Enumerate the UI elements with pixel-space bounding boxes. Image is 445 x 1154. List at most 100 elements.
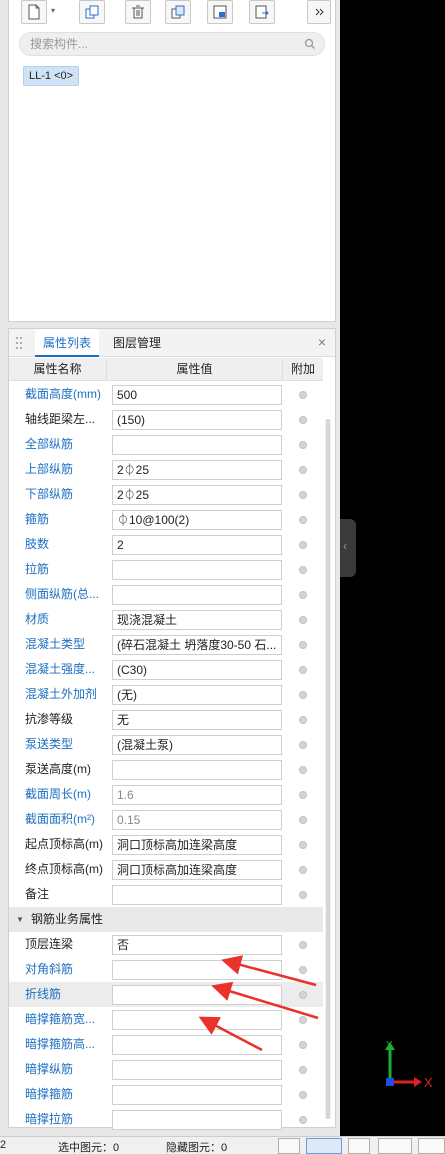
property-value-field[interactable]: 现浇混凝土 bbox=[112, 610, 282, 630]
new-dropdown-icon[interactable]: ▾ bbox=[51, 6, 61, 18]
property-value-field[interactable] bbox=[112, 560, 282, 580]
property-value-field[interactable] bbox=[112, 1010, 282, 1030]
line-mode-button[interactable] bbox=[378, 1138, 412, 1154]
property-value-field[interactable]: 2⏀25 bbox=[112, 460, 282, 480]
property-value-field[interactable] bbox=[112, 1035, 282, 1055]
attach-checkbox[interactable] bbox=[299, 616, 307, 624]
property-value-field[interactable]: (碎石混凝土 坍落度30-50 石... bbox=[112, 635, 282, 655]
attach-checkbox[interactable] bbox=[299, 741, 307, 749]
property-row[interactable]: 截面周长(m) 1.6 bbox=[9, 782, 323, 807]
property-row[interactable]: 下部纵筋 2⏀25 bbox=[9, 482, 323, 507]
attach-checkbox[interactable] bbox=[299, 1091, 307, 1099]
attach-checkbox[interactable] bbox=[299, 991, 307, 999]
search-input[interactable] bbox=[30, 36, 290, 52]
attach-checkbox[interactable] bbox=[299, 566, 307, 574]
attach-checkbox[interactable] bbox=[299, 1116, 307, 1124]
attach-checkbox[interactable] bbox=[299, 866, 307, 874]
property-row[interactable]: 泵送高度(m) bbox=[9, 757, 323, 782]
property-value-field[interactable]: (混凝土泵) bbox=[112, 735, 282, 755]
property-value-field[interactable]: 500 bbox=[112, 385, 282, 405]
property-value-field[interactable]: 2 bbox=[112, 535, 282, 555]
snap-button[interactable] bbox=[278, 1138, 300, 1154]
property-row[interactable]: 起点顶标高(m) 洞口顶标高加连梁高度 bbox=[9, 832, 323, 857]
property-value-field[interactable]: ⏀10@100(2) bbox=[112, 510, 282, 530]
property-row[interactable]: 截面面积(m²) 0.15 bbox=[9, 807, 323, 832]
property-row[interactable]: 暗撑箍筋高... bbox=[9, 1032, 323, 1057]
attach-checkbox[interactable] bbox=[299, 841, 307, 849]
more-icon[interactable] bbox=[307, 0, 331, 24]
property-row[interactable]: 肢数 2 bbox=[9, 532, 323, 557]
cross-button[interactable] bbox=[348, 1138, 370, 1154]
property-row[interactable]: 备注 bbox=[9, 882, 323, 907]
new-icon[interactable] bbox=[21, 0, 47, 24]
copy-icon[interactable] bbox=[79, 0, 105, 24]
attach-checkbox[interactable] bbox=[299, 791, 307, 799]
property-value-field[interactable] bbox=[112, 985, 282, 1005]
property-value-field[interactable]: 1.6 bbox=[112, 785, 282, 805]
scrollbar-thumb[interactable] bbox=[326, 419, 330, 1119]
layer-copy-icon[interactable] bbox=[165, 0, 191, 24]
property-row[interactable]: 侧面纵筋(总... bbox=[9, 582, 323, 607]
property-value-field[interactable]: (无) bbox=[112, 685, 282, 705]
property-row[interactable]: 顶层连梁 否 bbox=[9, 932, 323, 957]
attach-checkbox[interactable] bbox=[299, 1016, 307, 1024]
delete-icon[interactable] bbox=[125, 0, 151, 24]
search-icon[interactable] bbox=[304, 38, 316, 50]
attach-checkbox[interactable] bbox=[299, 966, 307, 974]
attach-checkbox[interactable] bbox=[299, 641, 307, 649]
attach-checkbox[interactable] bbox=[299, 816, 307, 824]
attach-checkbox[interactable] bbox=[299, 516, 307, 524]
property-value-field[interactable]: (150) bbox=[112, 410, 282, 430]
property-value-field[interactable]: 0.15 bbox=[112, 810, 282, 830]
attach-checkbox[interactable] bbox=[299, 1041, 307, 1049]
property-value-field[interactable] bbox=[112, 435, 282, 455]
property-value-field[interactable]: 洞口顶标高加连梁高度 bbox=[112, 860, 282, 880]
property-value-field[interactable]: 2⏀25 bbox=[112, 485, 282, 505]
property-row[interactable]: 泵送类型 (混凝土泵) bbox=[9, 732, 323, 757]
attach-checkbox[interactable] bbox=[299, 891, 307, 899]
property-value-field[interactable] bbox=[112, 1110, 282, 1130]
property-value-field[interactable]: 无 bbox=[112, 710, 282, 730]
attach-checkbox[interactable] bbox=[299, 491, 307, 499]
select-mode-button[interactable] bbox=[306, 1138, 342, 1154]
attach-checkbox[interactable] bbox=[299, 1066, 307, 1074]
property-value-field[interactable]: 洞口顶标高加连梁高度 bbox=[112, 835, 282, 855]
property-value-field[interactable]: (C30) bbox=[112, 660, 282, 680]
property-row[interactable]: 暗撑箍筋 bbox=[9, 1082, 323, 1107]
property-row[interactable]: 暗撑纵筋 bbox=[9, 1057, 323, 1082]
attach-checkbox[interactable] bbox=[299, 691, 307, 699]
attach-checkbox[interactable] bbox=[299, 766, 307, 774]
property-row[interactable]: 抗渗等级 无 bbox=[9, 707, 323, 732]
collapse-triangle-icon[interactable]: ▼ bbox=[16, 915, 24, 924]
attach-checkbox[interactable] bbox=[299, 666, 307, 674]
property-row[interactable]: 拉筋 bbox=[9, 557, 323, 582]
property-row[interactable]: 材质 现浇混凝土 bbox=[9, 607, 323, 632]
property-value-field[interactable] bbox=[112, 885, 282, 905]
close-icon[interactable]: × bbox=[315, 335, 329, 349]
property-row[interactable]: 混凝土外加剂 (无) bbox=[9, 682, 323, 707]
attach-checkbox[interactable] bbox=[299, 391, 307, 399]
add-button[interactable] bbox=[418, 1138, 445, 1154]
tab-property-list[interactable]: 属性列表 bbox=[35, 329, 100, 357]
component-item[interactable]: LL-1 <0> bbox=[23, 66, 80, 86]
property-row[interactable]: 轴线距梁左... (150) bbox=[9, 407, 323, 432]
property-value-field[interactable] bbox=[112, 1060, 282, 1080]
property-row[interactable]: 暗撑拉筋 bbox=[9, 1107, 323, 1132]
property-value-field[interactable] bbox=[112, 1085, 282, 1105]
property-value-field[interactable] bbox=[112, 585, 282, 605]
property-row[interactable]: 截面高度(mm) 500 bbox=[9, 382, 323, 407]
property-row[interactable]: 对角斜筋 bbox=[9, 957, 323, 982]
property-value-field[interactable]: 否 bbox=[112, 935, 282, 955]
group-header[interactable]: ▼ 钢筋业务属性 bbox=[9, 907, 323, 932]
property-value-field[interactable] bbox=[112, 760, 282, 780]
property-row[interactable]: 上部纵筋 2⏀25 bbox=[9, 457, 323, 482]
property-row[interactable]: 全部纵筋 bbox=[9, 432, 323, 457]
attach-checkbox[interactable] bbox=[299, 541, 307, 549]
property-row[interactable]: 混凝土强度... (C30) bbox=[9, 657, 323, 682]
property-value-field[interactable] bbox=[112, 960, 282, 980]
attach-checkbox[interactable] bbox=[299, 941, 307, 949]
floor-copy-icon[interactable] bbox=[207, 0, 233, 24]
attach-checkbox[interactable] bbox=[299, 441, 307, 449]
property-row[interactable]: 暗撑箍筋宽... bbox=[9, 1007, 323, 1032]
drag-grip-icon[interactable] bbox=[15, 336, 23, 350]
